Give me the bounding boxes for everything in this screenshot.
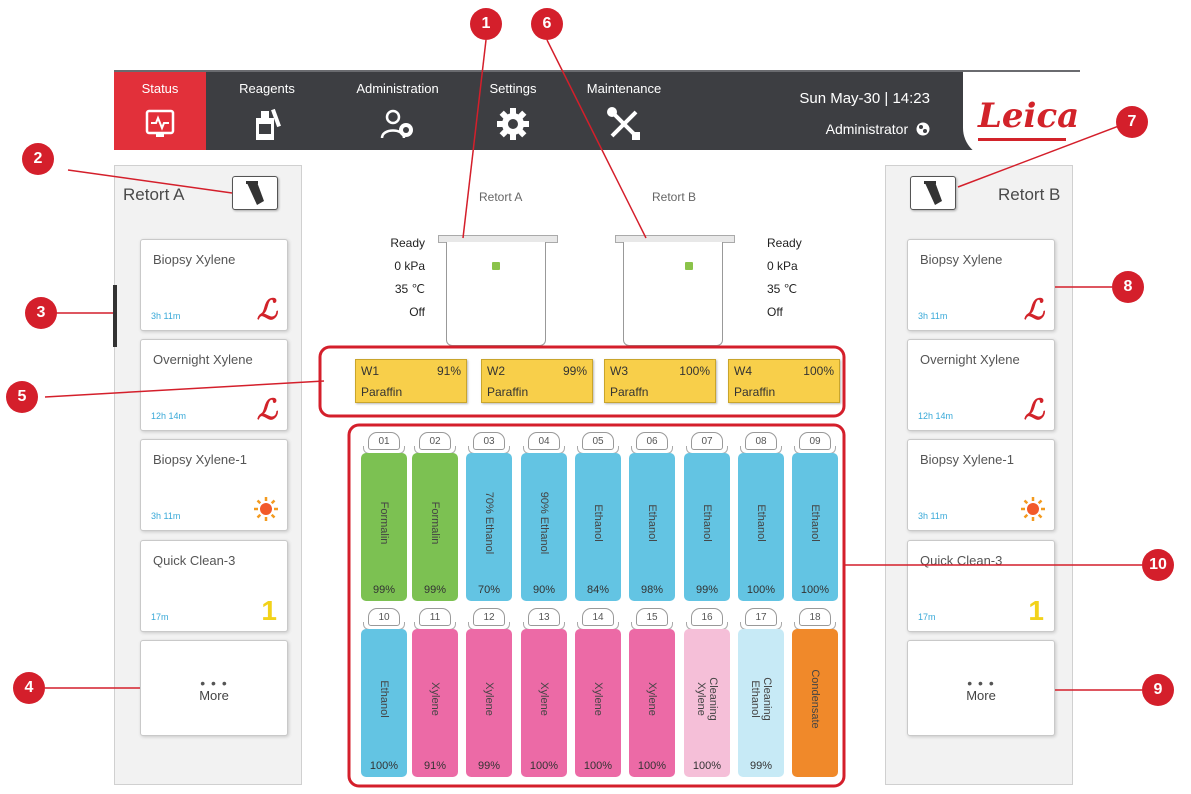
screen: Status Reagents Administration Settings bbox=[0, 0, 1191, 794]
callout-5: 5 bbox=[6, 381, 38, 413]
callout-4: 4 bbox=[13, 672, 45, 704]
callout-10: 10 bbox=[1142, 549, 1174, 581]
callout-7: 7 bbox=[1116, 106, 1148, 138]
callout-8: 8 bbox=[1112, 271, 1144, 303]
callout-6: 6 bbox=[531, 8, 563, 40]
callout-3: 3 bbox=[25, 297, 57, 329]
callout-1: 1 bbox=[470, 8, 502, 40]
callout-9: 9 bbox=[1142, 674, 1174, 706]
callout-2: 2 bbox=[22, 143, 54, 175]
callout-lines bbox=[44, 39, 1142, 788]
